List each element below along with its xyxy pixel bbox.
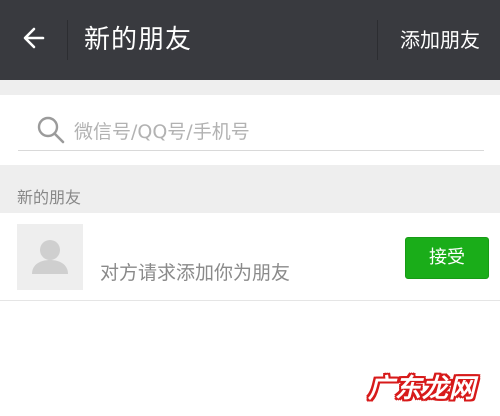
default-avatar-icon — [17, 224, 83, 290]
top-spacer — [0, 80, 500, 95]
search-placeholder: 微信号/QQ号/手机号 — [74, 121, 250, 143]
search-icon — [36, 115, 66, 145]
top-bar: 新的朋友 添加朋友 — [0, 0, 500, 82]
avatar[interactable] — [17, 224, 83, 290]
friend-request-row[interactable]: 对方请求添加你为朋友 接受 — [0, 213, 500, 301]
section-label: 新的朋友 — [17, 188, 82, 207]
watermark-text: 广东龙网 — [368, 374, 477, 404]
arrow-left-icon — [21, 25, 47, 55]
watermark-logo: 广东龙网 — [368, 372, 498, 412]
search-area: 微信号/QQ号/手机号 — [0, 95, 500, 165]
section-header: 新的朋友 — [0, 165, 500, 213]
header-divider-right — [377, 20, 378, 60]
header-divider-left — [67, 20, 68, 60]
back-button[interactable] — [10, 16, 58, 64]
friend-request-message: 对方请求添加你为朋友 — [100, 262, 291, 284]
accept-button[interactable]: 接受 — [405, 237, 489, 279]
search-input[interactable]: 微信号/QQ号/手机号 — [18, 111, 484, 151]
add-friend-button[interactable]: 添加朋友 — [400, 26, 480, 54]
page-title: 新的朋友 — [84, 25, 193, 55]
